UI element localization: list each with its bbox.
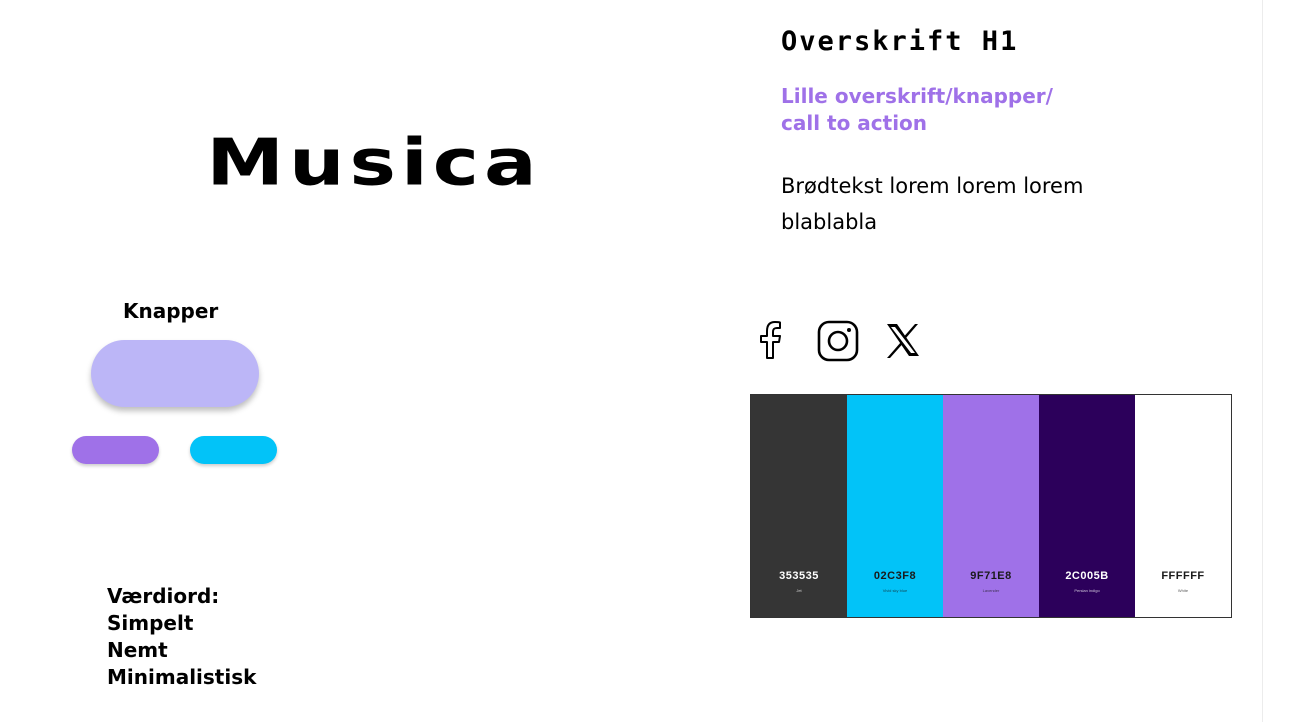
swatch-hex-code: 2C005B — [1065, 570, 1109, 582]
color-swatch[interactable]: FFFFFF White — [1135, 395, 1231, 617]
color-swatch[interactable]: 2C005B Persian indigo — [1039, 395, 1135, 617]
value-word: Simpelt — [107, 611, 194, 635]
swatch-color-name: Jet — [796, 588, 802, 593]
swatch-color-name: Vivid sky blue — [882, 588, 908, 593]
swatch-hex-code: 353535 — [779, 570, 819, 582]
color-palette: 353535 Jet 02C3F8 Vivid sky blue 9F71E8 Laven… — [750, 394, 1232, 618]
instagram-icon[interactable] — [817, 318, 859, 362]
color-swatch[interactable]: 02C3F8 Vivid sky blue — [847, 395, 943, 617]
body-text-sample: Brødtekst lorem lorem lorem blablabla — [781, 168, 1121, 240]
brand-logo: Musica — [206, 126, 542, 200]
body-text-line-2: blablabla — [781, 210, 878, 234]
heading-h1-sample: Overskrift H1 — [781, 26, 1019, 57]
facebook-icon[interactable] — [755, 318, 789, 362]
heading-h2-sample: Lille overskrift/knapper/ call to action — [781, 83, 1101, 137]
body-text-line-1: Brødtekst lorem lorem lorem — [781, 174, 1084, 198]
swatch-color-name: White — [1177, 588, 1189, 593]
swatch-hex-code: 9F71E8 — [970, 570, 1012, 582]
value-words-title: Værdiord: — [107, 584, 220, 608]
page-edge-divider — [1262, 0, 1263, 722]
swatch-hex-code: FFFFFF — [1161, 570, 1205, 582]
value-word: Minimalistisk — [107, 665, 257, 689]
heading-h2-line-2: call to action — [781, 111, 928, 135]
cyan-pill-button[interactable] — [190, 436, 277, 464]
color-swatch[interactable]: 353535 Jet — [751, 395, 847, 617]
swatch-color-name: Lavender — [982, 588, 1000, 593]
x-icon[interactable] — [885, 318, 921, 362]
swatch-color-name: Persian indigo — [1074, 588, 1100, 593]
swatch-hex-code: 02C3F8 — [873, 570, 917, 582]
value-words: Værdiord: Simpelt Nemt Minimalistisk — [107, 583, 256, 691]
purple-pill-button[interactable] — [72, 436, 159, 464]
primary-pill-button[interactable] — [91, 340, 259, 407]
heading-h2-line-1: Lille overskrift/knapper/ — [781, 84, 1053, 108]
buttons-section-title: Knapper — [123, 299, 219, 323]
value-word: Nemt — [107, 638, 168, 662]
color-swatch[interactable]: 9F71E8 Lavender — [943, 395, 1039, 617]
